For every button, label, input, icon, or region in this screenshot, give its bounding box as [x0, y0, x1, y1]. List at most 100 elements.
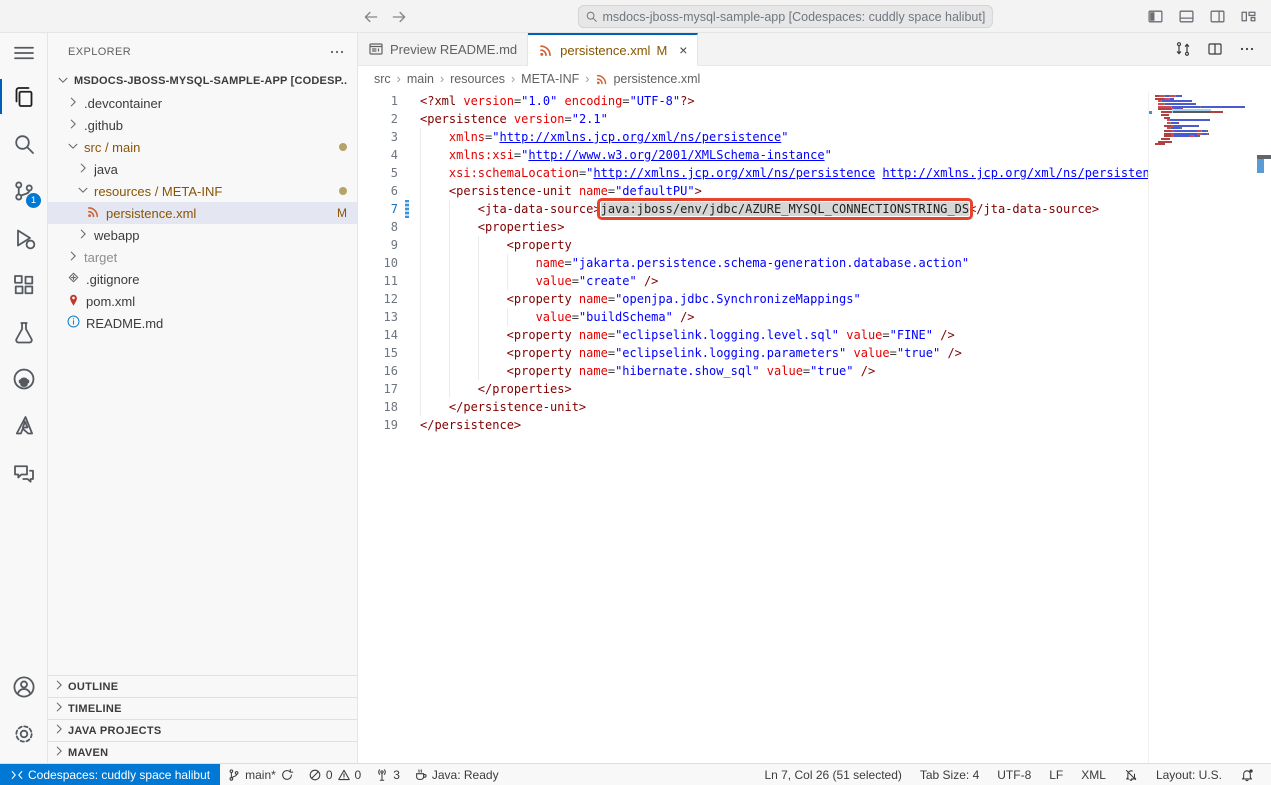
code-line-8[interactable]: 8<properties> — [358, 218, 1271, 236]
extensions-activity-item[interactable] — [0, 261, 47, 308]
code-line-9[interactable]: 9<property — [358, 236, 1271, 254]
status-keyboard-layout[interactable]: Layout: U.S. — [1147, 764, 1231, 785]
tree-item-.github[interactable]: .github — [48, 114, 357, 136]
code-text[interactable]: <persistence version="2.1" — [420, 110, 608, 128]
command-center[interactable]: msdocs-jboss-mysql-sample-app [Codespace… — [577, 5, 992, 28]
tree-item-webapp[interactable]: webapp — [48, 224, 357, 246]
gutter[interactable] — [398, 146, 420, 164]
breadcrumb-item-main[interactable]: main — [407, 72, 434, 86]
status-git-branch[interactable]: main* — [220, 764, 301, 785]
code-text[interactable]: </properties> — [420, 380, 572, 398]
gutter[interactable] — [398, 362, 420, 380]
status-cursor-position[interactable]: Ln 7, Col 26 (51 selected) — [755, 764, 910, 785]
code-text[interactable]: <property name="openjpa.jdbc.Synchronize… — [420, 290, 861, 308]
panel-header-java-projects[interactable]: JAVA PROJECTS — [48, 719, 357, 741]
code-line-5[interactable]: 5xsi:schemaLocation="http://xmlns.jcp.or… — [358, 164, 1271, 182]
line-number[interactable]: 17 — [358, 380, 398, 398]
tree-item-msdocs-jboss-mysql-sample-app-codesp...[interactable]: MSDOCS-JBOSS-MYSQL-SAMPLE-APP [CODESP... — [48, 70, 357, 92]
gutter[interactable] — [398, 398, 420, 416]
line-number[interactable]: 8 — [358, 218, 398, 236]
line-number[interactable]: 19 — [358, 416, 398, 434]
code-line-12[interactable]: 12<property name="openjpa.jdbc.Synchroni… — [358, 290, 1271, 308]
line-number[interactable]: 1 — [358, 92, 398, 110]
tree-item-persistence.xml[interactable]: persistence.xmlM — [48, 202, 357, 224]
code-line-17[interactable]: 17 </properties> — [358, 380, 1271, 398]
gutter[interactable] — [398, 326, 420, 344]
line-number[interactable]: 3 — [358, 128, 398, 146]
code-text[interactable]: <jta-data-source>java:jboss/env/jdbc/AZU… — [420, 200, 1099, 218]
panel-bottom-toggle[interactable] — [1178, 8, 1195, 25]
code-text[interactable]: value="create" /> — [420, 272, 658, 290]
line-number[interactable]: 15 — [358, 344, 398, 362]
overview-ruler[interactable] — [1257, 92, 1271, 763]
status-indentation[interactable]: Tab Size: 4 — [911, 764, 988, 785]
line-number[interactable]: 10 — [358, 254, 398, 272]
github-activity-item[interactable] — [0, 355, 47, 402]
status-ports[interactable]: 3 — [368, 764, 407, 785]
code-line-16[interactable]: 16<property name="hibernate.show_sql" va… — [358, 362, 1271, 380]
gutter[interactable] — [398, 92, 420, 110]
code-text[interactable]: <property name="hibernate.show_sql" valu… — [420, 362, 875, 380]
line-number[interactable]: 4 — [358, 146, 398, 164]
gutter[interactable] — [398, 254, 420, 272]
breadcrumb-item-meta-inf[interactable]: META-INF — [521, 72, 579, 86]
account-activity-item[interactable] — [0, 663, 47, 710]
code-line-14[interactable]: 14 <property name="eclipselink.logging.le… — [358, 326, 1271, 344]
status-problems[interactable]: 00 — [301, 764, 368, 785]
tree-item-readme.md[interactable]: README.md — [48, 312, 357, 334]
gear-activity-item[interactable] — [0, 710, 47, 757]
code-text[interactable]: name="jakarta.persistence.schema-generat… — [420, 254, 969, 272]
tree-item-target[interactable]: target — [48, 246, 357, 268]
code-text[interactable]: <?xml version="1.0" encoding="UTF-8"?> — [420, 92, 695, 110]
split-editor-button[interactable] — [1207, 41, 1223, 57]
breadcrumb-item-src[interactable]: src — [374, 72, 391, 86]
code-line-7[interactable]: 7<jta-data-source>java:jboss/env/jdbc/AZ… — [358, 200, 1271, 218]
line-number[interactable]: 9 — [358, 236, 398, 254]
more-actions-button[interactable] — [1239, 41, 1255, 57]
code-line-6[interactable]: 6<persistence-unit name="defaultPU"> — [358, 182, 1271, 200]
gutter[interactable] — [398, 290, 420, 308]
files-activity-item[interactable] — [0, 73, 47, 120]
close-icon[interactable]: × — [679, 42, 687, 58]
code-line-1[interactable]: 1 <?xml version="1.0" encoding="UTF-8"?> — [358, 92, 1271, 110]
code-line-2[interactable]: 2<persistence version="2.1" — [358, 110, 1271, 128]
status-encoding[interactable]: UTF-8 — [988, 764, 1040, 785]
gutter[interactable] — [398, 344, 420, 362]
breadcrumb-item-resources[interactable]: resources — [450, 72, 505, 86]
gutter[interactable] — [398, 308, 420, 326]
tab-preview-readme.md[interactable]: Preview README.md — [358, 33, 528, 65]
gutter[interactable] — [398, 164, 420, 182]
line-number[interactable]: 14 — [358, 326, 398, 344]
status-do-not-disturb[interactable] — [1115, 764, 1147, 785]
status-java-status[interactable]: Java: Ready — [407, 764, 506, 785]
gutter[interactable] — [398, 218, 420, 236]
code-line-10[interactable]: 10 name="jakarta.persistence.schema-gener… — [358, 254, 1271, 272]
gutter[interactable] — [398, 182, 420, 200]
code-line-15[interactable]: 15<property name="eclipselink.logging.pa… — [358, 344, 1271, 362]
code-text[interactable]: </persistence-unit> — [420, 398, 586, 416]
code-text[interactable]: </persistence> — [420, 416, 521, 434]
tree-item-resources-meta-inf[interactable]: resources / META-INF — [48, 180, 357, 202]
tree-item-java[interactable]: java — [48, 158, 357, 180]
line-number[interactable]: 11 — [358, 272, 398, 290]
breadcrumb-item-persistence.xml[interactable]: persistence.xml — [595, 72, 700, 86]
status-remote-indicator[interactable]: Codespaces: cuddly space halibut — [0, 764, 220, 785]
compare-changes-button[interactable] — [1175, 41, 1191, 57]
code-line-11[interactable]: 11 value="create" /> — [358, 272, 1271, 290]
code-text[interactable]: xmlns="http://xmlns.jcp.org/xml/ns/persi… — [420, 128, 788, 146]
line-number[interactable]: 6 — [358, 182, 398, 200]
code-lines[interactable]: 1 <?xml version="1.0" encoding="UTF-8"?>2… — [358, 92, 1271, 434]
gutter[interactable] — [398, 200, 420, 218]
line-number[interactable]: 5 — [358, 164, 398, 182]
code-line-18[interactable]: 18 </persistence-unit> — [358, 398, 1271, 416]
back-button[interactable] — [362, 8, 380, 26]
tree-item-.devcontainer[interactable]: .devcontainer — [48, 92, 357, 114]
search-activity-item[interactable] — [0, 120, 47, 167]
code-text[interactable]: <property name="eclipselink.logging.leve… — [420, 326, 955, 344]
code-editor[interactable]: 1 <?xml version="1.0" encoding="UTF-8"?>2… — [358, 92, 1271, 763]
tree-item-.gitignore[interactable]: .gitignore — [48, 268, 357, 290]
menu-activity-item[interactable] — [0, 33, 47, 73]
line-number[interactable]: 18 — [358, 398, 398, 416]
gutter[interactable] — [398, 416, 420, 434]
panel-header-maven[interactable]: MAVEN — [48, 741, 357, 763]
